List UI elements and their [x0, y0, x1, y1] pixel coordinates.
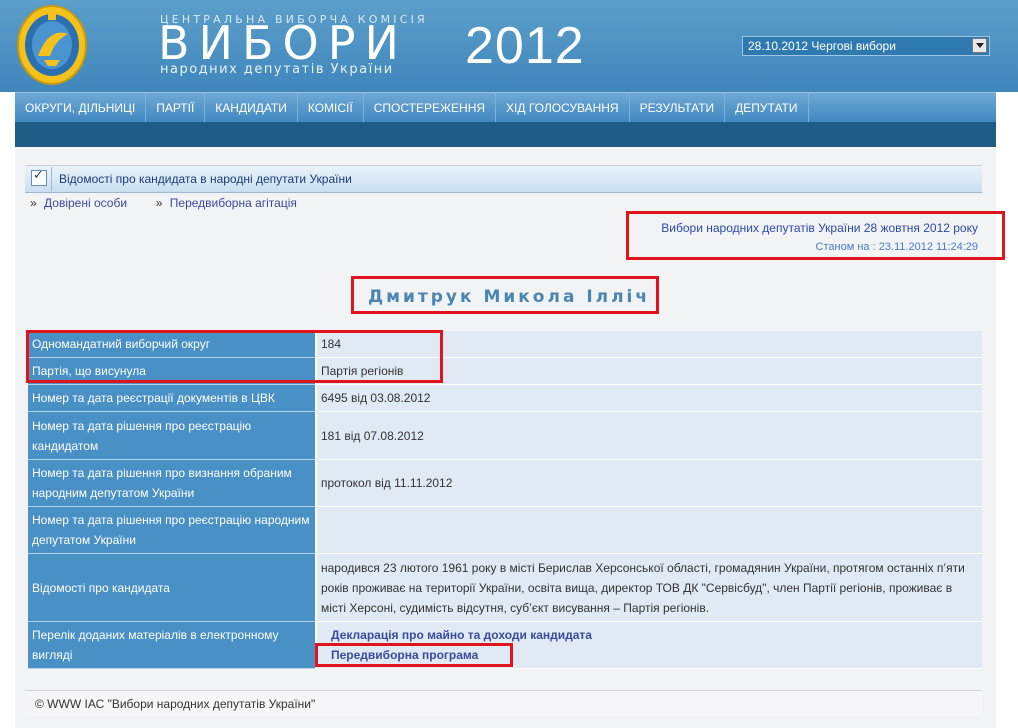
- candidate-name: Дмитрук Микола Ілліч: [367, 287, 651, 307]
- footer: © WWW ІАС "Вибори народних депутатів Укр…: [25, 690, 982, 716]
- row-value: Партія регіонів: [315, 357, 982, 385]
- site-header: ЦЕНТРАЛЬНА ВИБОРЧА КОМІСІЯ ВИБОРИ народн…: [0, 0, 1018, 92]
- table-row: Номер та дата рішення про визнання обран…: [28, 459, 982, 507]
- sub-nav-bar: [15, 122, 996, 147]
- main-nav: ОКРУГИ, ДІЛЬНИЦІ ПАРТІЇ КАНДИДАТИ КОМІСІ…: [15, 92, 996, 123]
- nav-item-parties[interactable]: ПАРТІЇ: [146, 93, 206, 123]
- table-row: Відомості про кандидата народився 23 лют…: [28, 553, 982, 622]
- table-row: Одномандатний виборчий округ 184: [28, 331, 982, 358]
- header-subtitle: народних депутатів України: [160, 62, 394, 77]
- election-select[interactable]: 28.10.2012 Чергові вибори: [742, 36, 990, 56]
- header-title: ВИБОРИ: [158, 16, 408, 70]
- breadcrumb-link-trusted-persons[interactable]: Довірені особи: [44, 196, 127, 210]
- status-timestamp: Станом на : 23.11.2012 11:24:29: [815, 241, 978, 253]
- row-key: Відомості про кандидата: [28, 553, 316, 622]
- cvk-emblem-logo: [17, 5, 87, 85]
- section-title: Відомості про кандидата в народні депута…: [51, 167, 352, 191]
- breadcrumb-separator: »: [155, 196, 163, 210]
- nav-item-commissions[interactable]: КОМІСІЇ: [298, 93, 364, 123]
- row-value: 184: [315, 331, 982, 358]
- election-title: Вибори народних депутатів України 28 жов…: [661, 221, 978, 235]
- row-value: народився 23 лютого 1961 року в місті Бе…: [315, 553, 982, 622]
- row-key: Партія, що висунула: [28, 357, 316, 385]
- table-row: Номер та дата рішення про реєстрацію кан…: [28, 411, 982, 460]
- row-value: [315, 506, 982, 554]
- table-row: Партія, що висунула Партія регіонів: [28, 357, 982, 385]
- header-year: 2012: [465, 17, 585, 75]
- table-row: Номер та дата реєстрації документів в ЦВ…: [28, 384, 982, 412]
- table-row: Перелік доданих матеріалів в електронном…: [28, 621, 982, 669]
- breadcrumb-separator: »: [30, 196, 37, 210]
- breadcrumb: » Довірені особи » Передвиборна агітація: [30, 196, 297, 210]
- checkbox-icon: [31, 168, 47, 186]
- election-select-value: 28.10.2012 Чергові вибори: [748, 39, 896, 53]
- row-key: Номер та дата рішення про визнання обран…: [28, 459, 316, 507]
- chevron-down-icon[interactable]: [972, 38, 987, 53]
- nav-item-candidates[interactable]: КАНДИДАТИ: [205, 93, 298, 123]
- declaration-link[interactable]: Декларація про майно та доходи кандидата: [321, 625, 978, 645]
- row-key: Номер та дата реєстрації документів в ЦВ…: [28, 384, 316, 412]
- table-row: Номер та дата рішення про реєстрацію нар…: [28, 506, 982, 554]
- candidate-info-table: Одномандатний виборчий округ 184 Партія,…: [28, 331, 982, 669]
- row-key: Номер та дата рішення про реєстрацію кан…: [28, 411, 316, 460]
- row-value: 6495 від 03.08.2012: [315, 384, 982, 412]
- election-program-link[interactable]: Передвиборна програма: [321, 645, 978, 665]
- nav-item-districts[interactable]: ОКРУГИ, ДІЛЬНИЦІ: [15, 93, 147, 123]
- nav-item-results[interactable]: РЕЗУЛЬТАТИ: [630, 93, 726, 123]
- row-value: протокол від 11.11.2012: [315, 459, 982, 507]
- row-key: Одномандатний виборчий округ: [28, 331, 316, 358]
- nav-item-observation[interactable]: СПОСТЕРЕЖЕННЯ: [364, 93, 497, 123]
- row-key: Перелік доданих матеріалів в електронном…: [28, 621, 316, 669]
- row-key: Номер та дата рішення про реєстрацію нар…: [28, 506, 316, 554]
- nav-item-deputies[interactable]: ДЕПУТАТИ: [725, 93, 809, 123]
- breadcrumb-link-campaigning[interactable]: Передвиборна агітація: [170, 196, 297, 210]
- section-header: Відомості про кандидата в народні депута…: [25, 165, 982, 193]
- row-value: 181 від 07.08.2012: [315, 411, 982, 460]
- nav-item-voting-progress[interactable]: ХІД ГОЛОСУВАННЯ: [496, 93, 630, 123]
- row-value-links: Декларація про майно та доходи кандидата…: [315, 621, 982, 669]
